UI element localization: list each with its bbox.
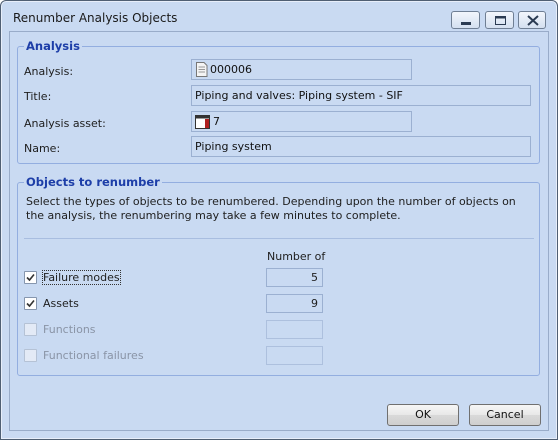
document-icon xyxy=(195,62,208,79)
title-value: Piping and valves: Piping system - SIF xyxy=(195,89,403,102)
cancel-button[interactable]: Cancel xyxy=(469,404,541,426)
objects-group: Objects to renumber Select the types of … xyxy=(17,175,540,376)
assets-label[interactable]: Assets xyxy=(43,297,79,310)
failure-modes-count: 5 xyxy=(266,268,323,287)
functions-checkbox[interactable] xyxy=(24,323,37,336)
title-label: Title: xyxy=(24,90,52,103)
analysis-group-title: Analysis xyxy=(24,39,82,53)
asset-icon xyxy=(195,114,211,131)
functional-failures-label: Functional failures xyxy=(43,349,144,362)
assets-checkbox[interactable] xyxy=(24,297,37,310)
close-button[interactable] xyxy=(518,11,546,29)
analysis-asset-value: 7 xyxy=(213,115,220,128)
failure-modes-checkbox[interactable] xyxy=(24,271,37,284)
analysis-field: 000006 xyxy=(191,59,412,80)
window-title: Renumber Analysis Objects xyxy=(13,11,178,25)
dialog-window: Renumber Analysis Objects Analysis Analy… xyxy=(0,0,558,440)
divider xyxy=(24,238,534,239)
title-field: Piping and valves: Piping system - SIF xyxy=(191,85,531,106)
checkmark-icon xyxy=(26,299,35,308)
checkmark-icon xyxy=(26,273,35,282)
name-label: Name: xyxy=(24,142,61,155)
analysis-asset-label: Analysis asset: xyxy=(24,117,106,130)
name-field: Piping system xyxy=(191,136,531,157)
functional-failures-count xyxy=(266,346,323,365)
analysis-asset-field: 7 xyxy=(191,111,412,132)
analysis-group: Analysis Analysis: 000006 Title: Piping … xyxy=(17,39,540,164)
dialog-body: Analysis Analysis: 000006 Title: Piping … xyxy=(9,31,549,431)
maximize-button[interactable] xyxy=(485,11,514,29)
objects-group-title: Objects to renumber xyxy=(24,175,162,189)
ok-button[interactable]: OK xyxy=(387,404,459,426)
minimize-icon xyxy=(461,22,471,25)
close-icon xyxy=(527,15,539,26)
minimize-button[interactable] xyxy=(451,11,480,29)
assets-count: 9 xyxy=(266,294,323,313)
failure-modes-label[interactable]: Failure modes xyxy=(42,270,121,285)
number-of-column-header: Number of xyxy=(267,250,326,263)
functions-label: Functions xyxy=(43,323,96,336)
name-value: Piping system xyxy=(195,140,272,153)
title-bar[interactable]: Renumber Analysis Objects xyxy=(1,1,557,31)
analysis-value: 000006 xyxy=(210,63,252,76)
maximize-icon xyxy=(495,16,506,25)
objects-description: Select the types of objects to be renumb… xyxy=(26,195,516,222)
functions-count xyxy=(266,320,323,339)
functional-failures-checkbox[interactable] xyxy=(24,349,37,362)
analysis-label: Analysis: xyxy=(24,65,74,78)
